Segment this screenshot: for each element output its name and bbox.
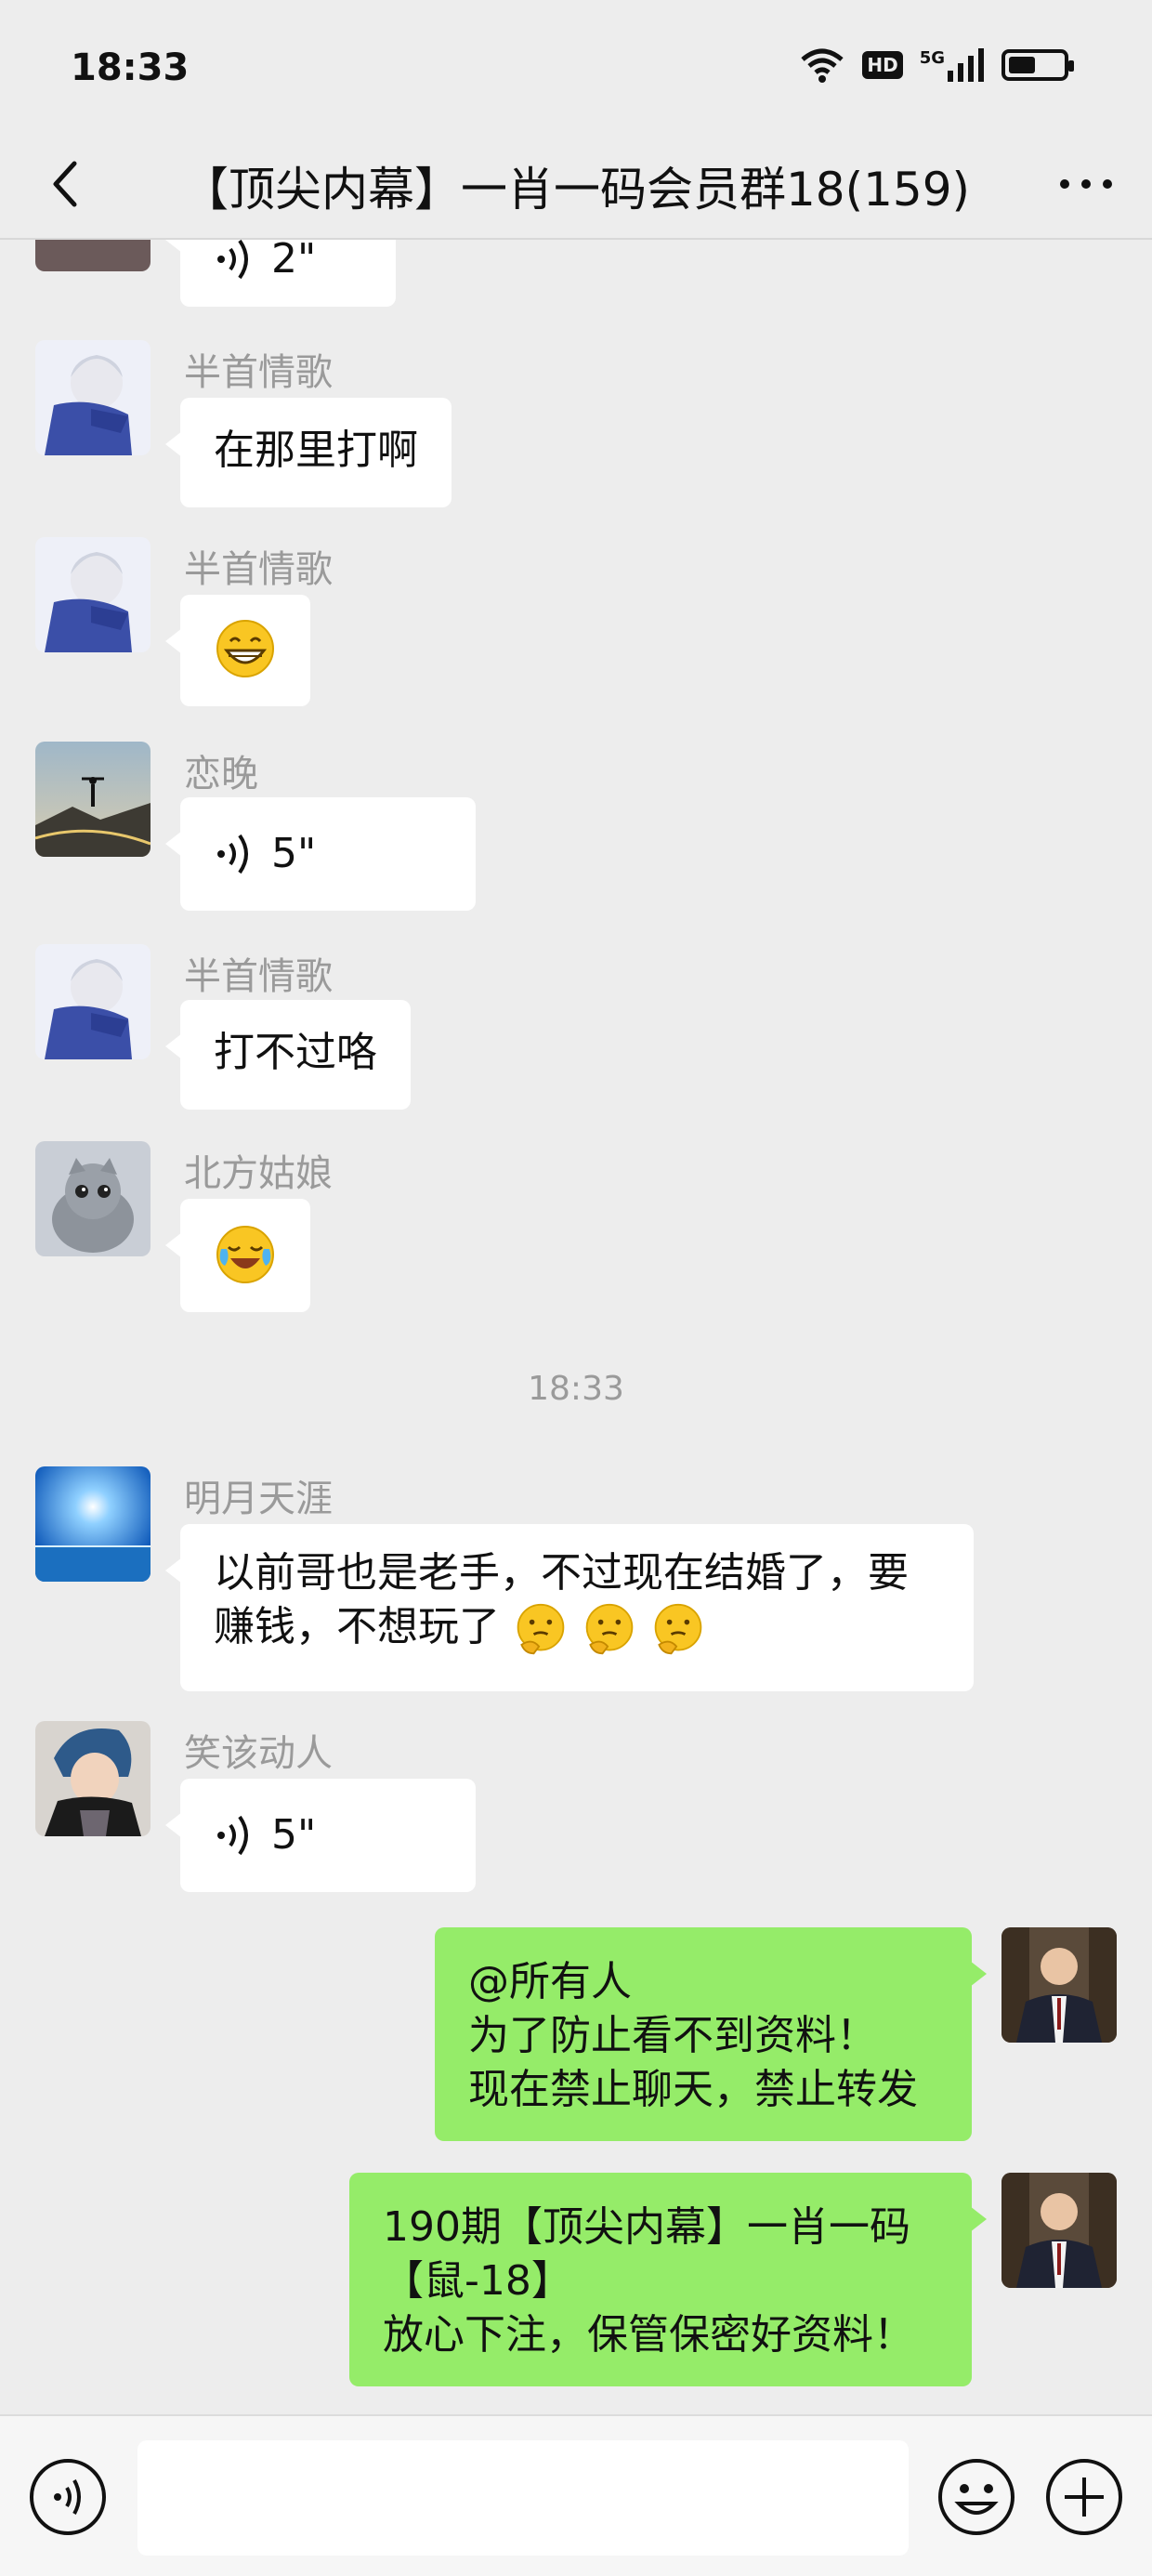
- avatar[interactable]: [35, 537, 151, 652]
- status-icons: HD 5G: [799, 46, 1074, 84]
- voice-icon: [217, 834, 248, 874]
- voice-message[interactable]: 2": [165, 240, 396, 307]
- avatar[interactable]: [35, 742, 151, 857]
- plus-icon[interactable]: [1044, 2457, 1124, 2537]
- chat-header: 【顶尖内幕】一肖一码会员群18(159): [0, 130, 1152, 240]
- hd-badge: HD: [862, 51, 903, 79]
- avatar[interactable]: [35, 240, 151, 271]
- sender-name: 明月天涯: [184, 1478, 333, 1520]
- chat-title: 【顶尖内幕】一肖一码会员群18(159): [181, 163, 971, 217]
- battery-icon: [1001, 49, 1074, 81]
- voice-duration: 5": [271, 1811, 317, 1859]
- message-text-line: 现在禁止聊天，禁止转发: [468, 2066, 918, 2113]
- input-bar: [0, 2414, 1152, 2576]
- text-message[interactable]: 打不过咯: [165, 1000, 411, 1110]
- text-message[interactable]: 在那里打啊: [165, 398, 452, 507]
- self-avatar[interactable]: [1001, 1927, 1117, 2043]
- sender-name: 半首情歌: [184, 351, 333, 394]
- wifi-icon: [801, 48, 844, 83]
- thinking-emoji-icon: [654, 1603, 702, 1655]
- avatar[interactable]: [35, 1466, 151, 1582]
- voice-message[interactable]: 5": [165, 1779, 476, 1892]
- status-bar: 18:33 HD 5G: [0, 0, 1152, 130]
- self-text-message[interactable]: 190期【顶尖内幕】一肖一码 【鼠-18】 放心下注，保管保密好资料！: [349, 2173, 987, 2386]
- voice-icon: [217, 240, 248, 280]
- message-text-line-2: 赚钱，不想玩了: [214, 1600, 940, 1657]
- sender-name: 北方姑娘: [184, 1152, 333, 1195]
- thinking-emoji-icon: [585, 1603, 634, 1655]
- message-text-line: 190期【顶尖内幕】一肖一码: [383, 2203, 910, 2251]
- message-text-line: 为了防止看不到资料！: [468, 2012, 877, 2059]
- emoji-message[interactable]: [165, 1199, 310, 1312]
- voice-icon: [217, 1815, 248, 1856]
- status-time: 18:33: [71, 46, 190, 89]
- signal-icon: 5G: [920, 48, 985, 82]
- text-message[interactable]: 以前哥也是老手，不过现在结婚了，要 赚钱，不想玩了: [165, 1524, 974, 1691]
- avatar[interactable]: [35, 944, 151, 1059]
- message-text-line: 以前哥也是老手，不过现在结婚了，要: [214, 1549, 909, 1597]
- thinking-emoji-icon: [517, 1603, 565, 1655]
- voice-duration: 5": [271, 830, 317, 877]
- avatar[interactable]: [35, 1141, 151, 1256]
- voice-input-icon[interactable]: [28, 2457, 108, 2537]
- sender-name: 半首情歌: [184, 548, 333, 591]
- voice-message[interactable]: 5": [165, 797, 476, 911]
- sender-name: 恋晚: [184, 753, 258, 795]
- message-text-line: 放心下注，保管保密好资料！: [383, 2311, 914, 2359]
- emoji-message[interactable]: [165, 595, 310, 706]
- sender-name: 半首情歌: [184, 955, 333, 998]
- grin-emoji-icon: [216, 620, 274, 677]
- avatar[interactable]: [35, 340, 151, 455]
- sender-name: 笑该动人: [184, 1732, 333, 1775]
- message-input[interactable]: [137, 2440, 909, 2556]
- self-text-message[interactable]: @所有人 为了防止看不到资料！ 现在禁止聊天，禁止转发: [435, 1927, 987, 2141]
- time-separator: 18:33: [528, 1370, 624, 1408]
- battery-level: [1009, 57, 1035, 73]
- message-text: 打不过咯: [214, 1029, 377, 1076]
- message-text: 赚钱，不想玩了: [214, 1603, 500, 1650]
- crying-laughing-emoji-icon: [216, 1226, 274, 1283]
- message-text-line: 【鼠-18】: [383, 2257, 572, 2305]
- more-icon[interactable]: [1044, 147, 1128, 221]
- message-text: 在那里打啊: [214, 427, 418, 474]
- emoji-icon[interactable]: [936, 2457, 1016, 2537]
- avatar[interactable]: [35, 1721, 151, 1836]
- self-avatar[interactable]: [1001, 2173, 1117, 2288]
- message-list[interactable]: 2" 半首情歌 在那里打啊 半首情歌 恋晚 5" 半首情歌 打不过咯 北方姑娘 …: [0, 240, 1152, 2414]
- network-label: 5G: [919, 48, 945, 68]
- voice-duration: 2": [271, 240, 317, 283]
- message-text-line: @所有人: [468, 1958, 632, 2005]
